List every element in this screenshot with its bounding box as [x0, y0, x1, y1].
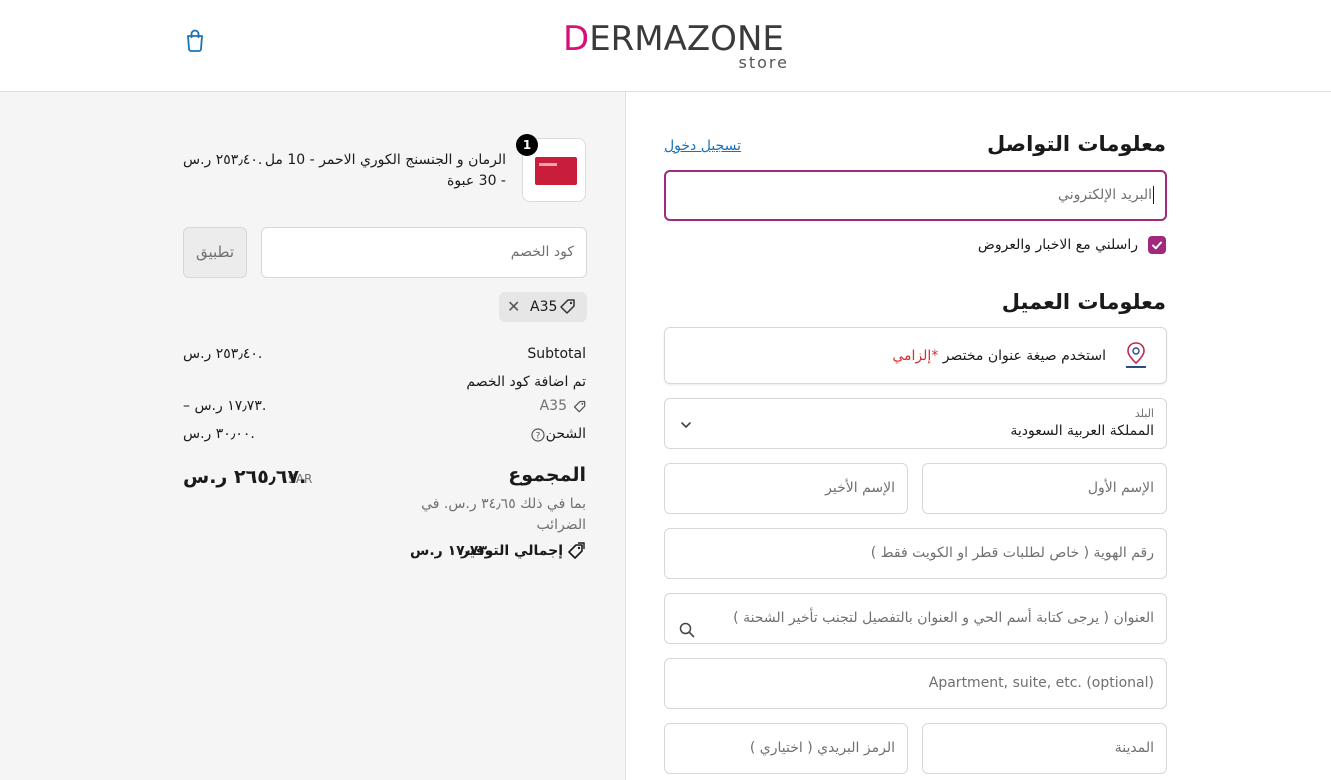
quantity-badge: 1 — [516, 134, 538, 156]
savings-tag-icon — [568, 542, 586, 560]
discount-tag-code: A35 — [530, 299, 558, 315]
order-summary-panel: 1 الرمان و الجنسنج الكوري الاحمر - 10 مل… — [0, 92, 626, 780]
tag-icon — [573, 399, 587, 413]
country-label: البلد — [1134, 407, 1154, 420]
address-placeholder: العنوان ( يرجى كتابة أسم الحي و العنوان … — [733, 610, 1154, 626]
product-box-image — [535, 157, 577, 185]
tax-note: بما في ذلك ٣٤٫٦٥ ر.س. في الضرائب — [421, 496, 586, 533]
header: DERMAZONE store — [0, 0, 1331, 92]
checkout-form-panel: معلومات التواصل تسجيل دخول البريد الإلكت… — [626, 92, 1331, 780]
short-address-button[interactable]: استخدم صيغة عنوان مختصر *إلزامي — [664, 327, 1167, 384]
search-icon[interactable] — [679, 610, 695, 638]
product-price: ٢٥٣٫٤٠ ر.س. — [183, 152, 263, 168]
email-field[interactable]: البريد الإلكتروني — [664, 170, 1167, 221]
newsletter-label[interactable]: راسلني مع الاخبار والعروض — [978, 237, 1138, 253]
address-field[interactable]: العنوان ( يرجى كتابة أسم الحي و العنوان … — [664, 593, 1167, 644]
discount-value: – ١٧٫٧٣ ر.س. — [183, 398, 267, 414]
check-icon — [1152, 241, 1162, 250]
store-logo[interactable]: DERMAZONE store — [563, 20, 793, 72]
last-name-field[interactable]: الإسم الأخير — [664, 463, 908, 514]
national-address-logo-icon — [1120, 340, 1152, 372]
login-link[interactable]: تسجيل دخول — [664, 138, 741, 154]
postal-code-field[interactable]: الرمز البريدي ( اختياري ) — [664, 723, 908, 774]
short-address-text: استخدم صيغة عنوان مختصر — [942, 348, 1106, 364]
discount-applied-label: تم اضافة كود الخصم — [466, 374, 586, 390]
apartment-field[interactable]: Apartment, suite, etc. (optional) — [664, 658, 1167, 709]
required-marker: *إلزامي — [892, 348, 939, 364]
text-caret — [1153, 186, 1154, 204]
logo-subtitle: store — [738, 53, 789, 72]
applied-discount-tag: ✕ A35 — [499, 292, 587, 322]
shopping-bag-icon[interactable] — [184, 28, 206, 52]
tag-icon — [559, 298, 577, 316]
subtotal-label: Subtotal — [527, 346, 586, 362]
total-savings-value: ١٧٫٧٣ ر.س. — [410, 543, 493, 559]
subtotal-value: ٢٥٣٫٤٠ ر.س. — [183, 346, 263, 362]
customer-section-title: معلومات العميل — [1001, 290, 1166, 314]
total-label: المجموع — [508, 464, 586, 486]
discount-code-input[interactable]: كود الخصم — [261, 227, 587, 278]
shipping-label: الشحن — [545, 426, 586, 442]
city-field[interactable]: المدينة — [922, 723, 1167, 774]
help-circle-icon[interactable]: ? — [531, 427, 545, 442]
logo-letter: D — [563, 19, 590, 59]
contact-section-title: معلومات التواصل — [987, 132, 1166, 156]
email-placeholder: البريد الإلكتروني — [1058, 187, 1152, 203]
short-address-label: استخدم صيغة عنوان مختصر *إلزامي — [892, 348, 1106, 364]
chevron-down-icon — [679, 417, 693, 431]
shipping-value: ٣٠٫٠٠ ر.س. — [183, 426, 255, 442]
country-value: المملكة العربية السعودية — [1010, 423, 1154, 439]
discount-code-label: A35 — [539, 398, 567, 414]
svg-text:?: ? — [536, 432, 541, 442]
country-select[interactable]: البلد المملكة العربية السعودية — [664, 398, 1167, 449]
newsletter-checkbox[interactable] — [1148, 236, 1166, 254]
remove-discount-icon[interactable]: ✕ — [507, 298, 520, 316]
first-name-field[interactable]: الإسم الأول — [922, 463, 1167, 514]
total-value: ٢٦٥٫٦٧ ر.س. — [183, 466, 307, 488]
apply-discount-button[interactable]: تطبيق — [183, 227, 247, 278]
id-number-field[interactable]: رقم الهوية ( خاص لطلبات قطر او الكويت فق… — [664, 528, 1167, 579]
product-name: الرمان و الجنسنج الكوري الاحمر - 10 مل -… — [264, 152, 506, 189]
